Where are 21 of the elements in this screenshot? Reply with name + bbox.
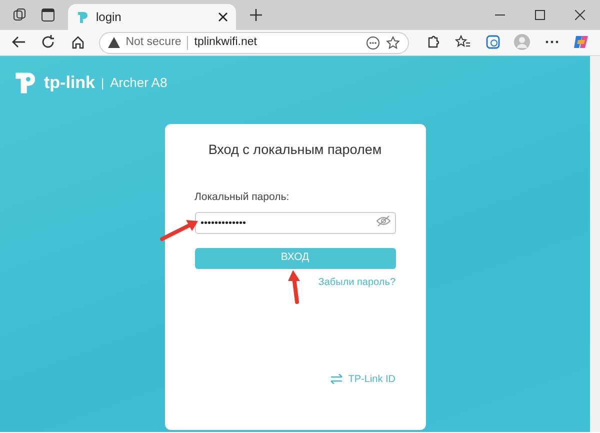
eye-slash-icon[interactable]	[376, 214, 390, 226]
tp-link-logo-icon	[14, 70, 38, 95]
security-label: Not secure	[126, 34, 182, 50]
tp-link-logo-icon	[76, 10, 90, 24]
model-name: Archer A8	[110, 74, 168, 92]
tab-title: login	[96, 9, 122, 26]
browser-tab[interactable]: login	[68, 4, 236, 30]
more-icon[interactable]	[366, 36, 380, 50]
login-title: Вход с локальным паролем	[207, 140, 383, 159]
scrollbar[interactable]	[590, 56, 600, 432]
header-separator: |	[101, 74, 104, 92]
swap-icon	[330, 374, 344, 384]
brand-name: tp-link	[44, 72, 95, 94]
password-field[interactable]: •••••••••••••	[194, 212, 396, 234]
close-icon[interactable]	[218, 12, 228, 22]
url-text: tplinkwifi.net	[194, 34, 258, 50]
warning-icon	[108, 37, 120, 48]
arrow-annotation	[160, 218, 200, 242]
password-label: Локальный пароль:	[194, 190, 290, 205]
address-bar[interactable]: Not secure tplinkwifi.net	[98, 32, 409, 54]
star-icon[interactable]	[386, 36, 400, 50]
